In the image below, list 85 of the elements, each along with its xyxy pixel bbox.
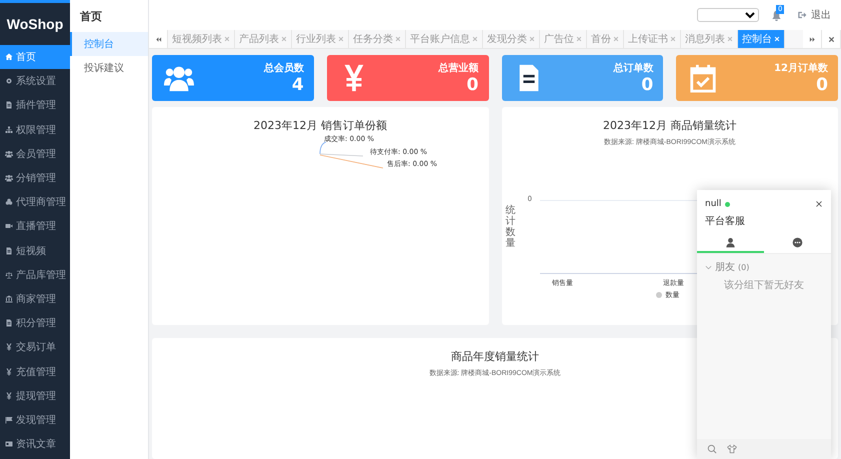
stat-label: 总订单数 — [613, 62, 654, 75]
yen-icon — [5, 392, 13, 400]
double-arrow-right-icon — [808, 36, 816, 42]
chart-title: 2023年12月 销售订单份额 — [254, 118, 387, 133]
sidebar-item[interactable]: 发现管理 — [0, 408, 70, 432]
stat-value: 0 — [815, 75, 828, 95]
sidebar-item[interactable]: 交易订单 — [0, 335, 70, 360]
users-icon — [5, 150, 13, 158]
sidebar-item[interactable]: 分销管理 — [0, 166, 70, 190]
sidebar-item[interactable]: 会员管理 — [0, 142, 70, 166]
search-button[interactable] — [707, 444, 717, 454]
users-icon — [5, 174, 13, 182]
person-icon — [725, 236, 736, 248]
close-icon — [774, 36, 780, 42]
stat-label: 总会员数 — [264, 62, 304, 75]
sidebar-item[interactable]: 提现管理 — [0, 384, 70, 408]
document-icon — [5, 319, 13, 328]
close-icon — [529, 36, 535, 42]
chart-title: 2023年12月 商品销量统计 — [603, 118, 736, 133]
stat-label: 12月订单数 — [774, 62, 828, 75]
close-button[interactable] — [815, 200, 823, 208]
logout-icon — [797, 10, 807, 20]
document-icon — [5, 101, 13, 110]
empty-message: 该分组下暂无好友 — [723, 278, 805, 292]
sidebar-item[interactable]: 积分管理 — [0, 311, 70, 336]
close-icon — [281, 36, 287, 42]
scroll-right-button[interactable] — [803, 30, 822, 48]
sidebar-item[interactable]: 充值管理 — [0, 359, 70, 384]
double-arrow-left-icon — [154, 36, 162, 42]
shirt-icon — [727, 444, 737, 454]
close-icon — [224, 36, 230, 42]
sidebar-item[interactable]: 权限管理 — [0, 118, 70, 142]
subnav-title: 首页 — [79, 8, 103, 24]
subnav-item[interactable]: 投诉建议 — [70, 56, 148, 80]
card-icon — [5, 440, 13, 448]
close-icon — [395, 36, 401, 42]
sidebar-item[interactable]: 商家管理 — [0, 286, 70, 312]
dropdown-field[interactable] — [697, 8, 759, 22]
user-name: null — [705, 199, 722, 209]
tab[interactable]: 控制台 — [738, 30, 785, 48]
sidebar-item[interactable]: 产品库管理 — [0, 262, 70, 287]
close-icon — [576, 36, 582, 42]
close-icon — [815, 200, 823, 208]
stat-value: 0 — [640, 75, 654, 95]
chart-title: 商品年度销量统计 — [451, 349, 539, 364]
close-icon — [727, 36, 733, 42]
yen-icon — [5, 368, 13, 376]
chat-bubble-icon — [792, 236, 803, 248]
home-icon — [5, 53, 13, 62]
stat-value: 0 — [466, 75, 478, 95]
sidebar-item[interactable]: 资讯文章 — [0, 432, 70, 456]
scroll-left-button[interactable] — [149, 30, 168, 48]
flag-icon — [5, 416, 13, 424]
stat-value: 4 — [290, 75, 304, 95]
circles-icon — [5, 198, 13, 206]
sidebar-item[interactable]: 直播管理 — [0, 214, 70, 238]
sidebar-item[interactable]: 首页 — [0, 45, 70, 70]
search-icon — [707, 444, 717, 454]
video-camera-icon — [5, 222, 13, 230]
scale-icon — [5, 270, 13, 279]
hierarchy-icon — [5, 126, 13, 134]
close-tabs-button[interactable] — [822, 30, 841, 48]
stat-label: 总营业额 — [438, 61, 478, 75]
sidebar-item[interactable]: 系统设置 — [0, 69, 70, 94]
sidebar-item[interactable]: 短视频 — [0, 238, 70, 263]
yen-icon — [5, 343, 13, 352]
sidebar-item[interactable]: 代理商管理 — [0, 190, 70, 214]
close-icon — [828, 36, 834, 42]
legend-dot-icon — [656, 292, 662, 298]
sidebar-item[interactable]: 插件管理 — [0, 93, 70, 118]
bank-icon — [5, 294, 13, 303]
group-header[interactable]: 朋友 (0) — [697, 260, 831, 274]
calendar-check-icon — [688, 63, 718, 93]
close-icon — [338, 36, 344, 42]
axis-title: 统计数量 — [506, 205, 516, 249]
logout-button[interactable]: 退出 — [797, 8, 831, 22]
document-icon — [5, 246, 13, 255]
close-icon — [472, 36, 478, 42]
settings-icon — [5, 77, 13, 86]
subnav-item[interactable]: 控制台 — [70, 32, 148, 56]
logo: WoShop — [6, 15, 64, 34]
close-icon — [613, 36, 619, 42]
close-icon — [670, 36, 676, 42]
skin-button[interactable] — [727, 444, 737, 454]
chat-subtitle: 平台客服 — [704, 214, 746, 229]
